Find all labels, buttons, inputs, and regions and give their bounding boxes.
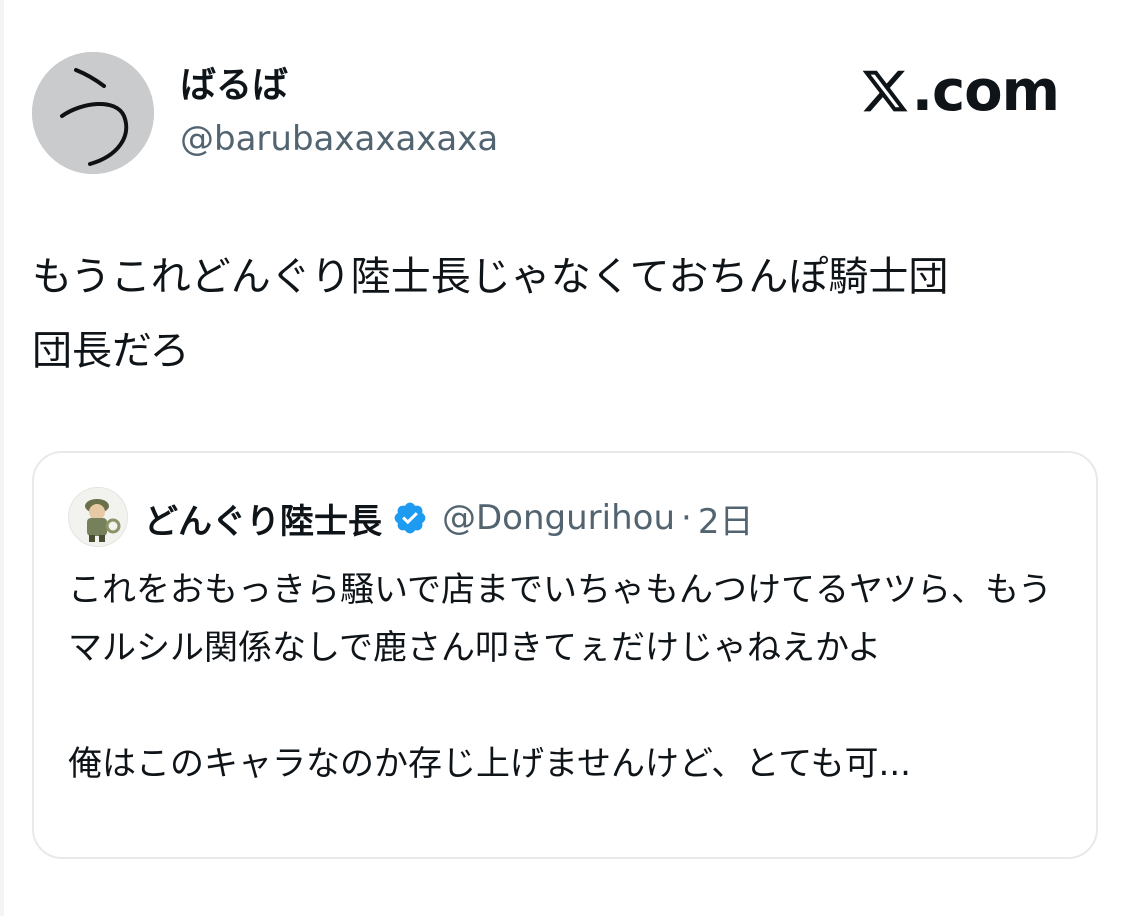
quote-tweet-card[interactable]: どんぐり陸士長 @Dongurihou · 2日 これをおもっきら騒いで店までい… bbox=[32, 451, 1098, 859]
separator-dot: · bbox=[681, 498, 692, 538]
quote-author-handle[interactable]: @Dongurihou bbox=[442, 498, 675, 538]
author-display-name[interactable]: ばるば bbox=[180, 62, 288, 110]
tweet-text: もうこれどんぐり陸士長じゃなくておちんぽ騎士団 団長だろ bbox=[32, 254, 949, 374]
hiragana-u-avatar-icon bbox=[32, 52, 154, 174]
x-brand: .com bbox=[860, 56, 1060, 126]
verified-badge-icon bbox=[394, 502, 426, 534]
quote-header: どんぐり陸士長 @Dongurihou · 2日 bbox=[144, 491, 753, 545]
brand-domain: .com bbox=[911, 58, 1060, 124]
soldier-character-avatar-icon bbox=[69, 488, 127, 546]
quote-tweet-text: これをおもっきら騒いで店までいちゃもんつけてるヤツら、もうマルシル関係なしで鹿さ… bbox=[68, 570, 1052, 784]
author-avatar[interactable] bbox=[32, 52, 154, 174]
quote-timestamp[interactable]: 2日 bbox=[698, 494, 754, 543]
background-sliver bbox=[0, 0, 4, 916]
author-handle[interactable]: @barubaxaxaxaxa bbox=[180, 116, 498, 162]
tweet-screenshot: ばるば @barubaxaxaxaxa .com もうこれどんぐり陸士長じゃなく… bbox=[0, 0, 1125, 916]
x-logo-icon bbox=[862, 70, 908, 112]
quote-author-display-name[interactable]: どんぐり陸士長 bbox=[144, 494, 382, 543]
quote-author-avatar[interactable] bbox=[68, 487, 128, 547]
